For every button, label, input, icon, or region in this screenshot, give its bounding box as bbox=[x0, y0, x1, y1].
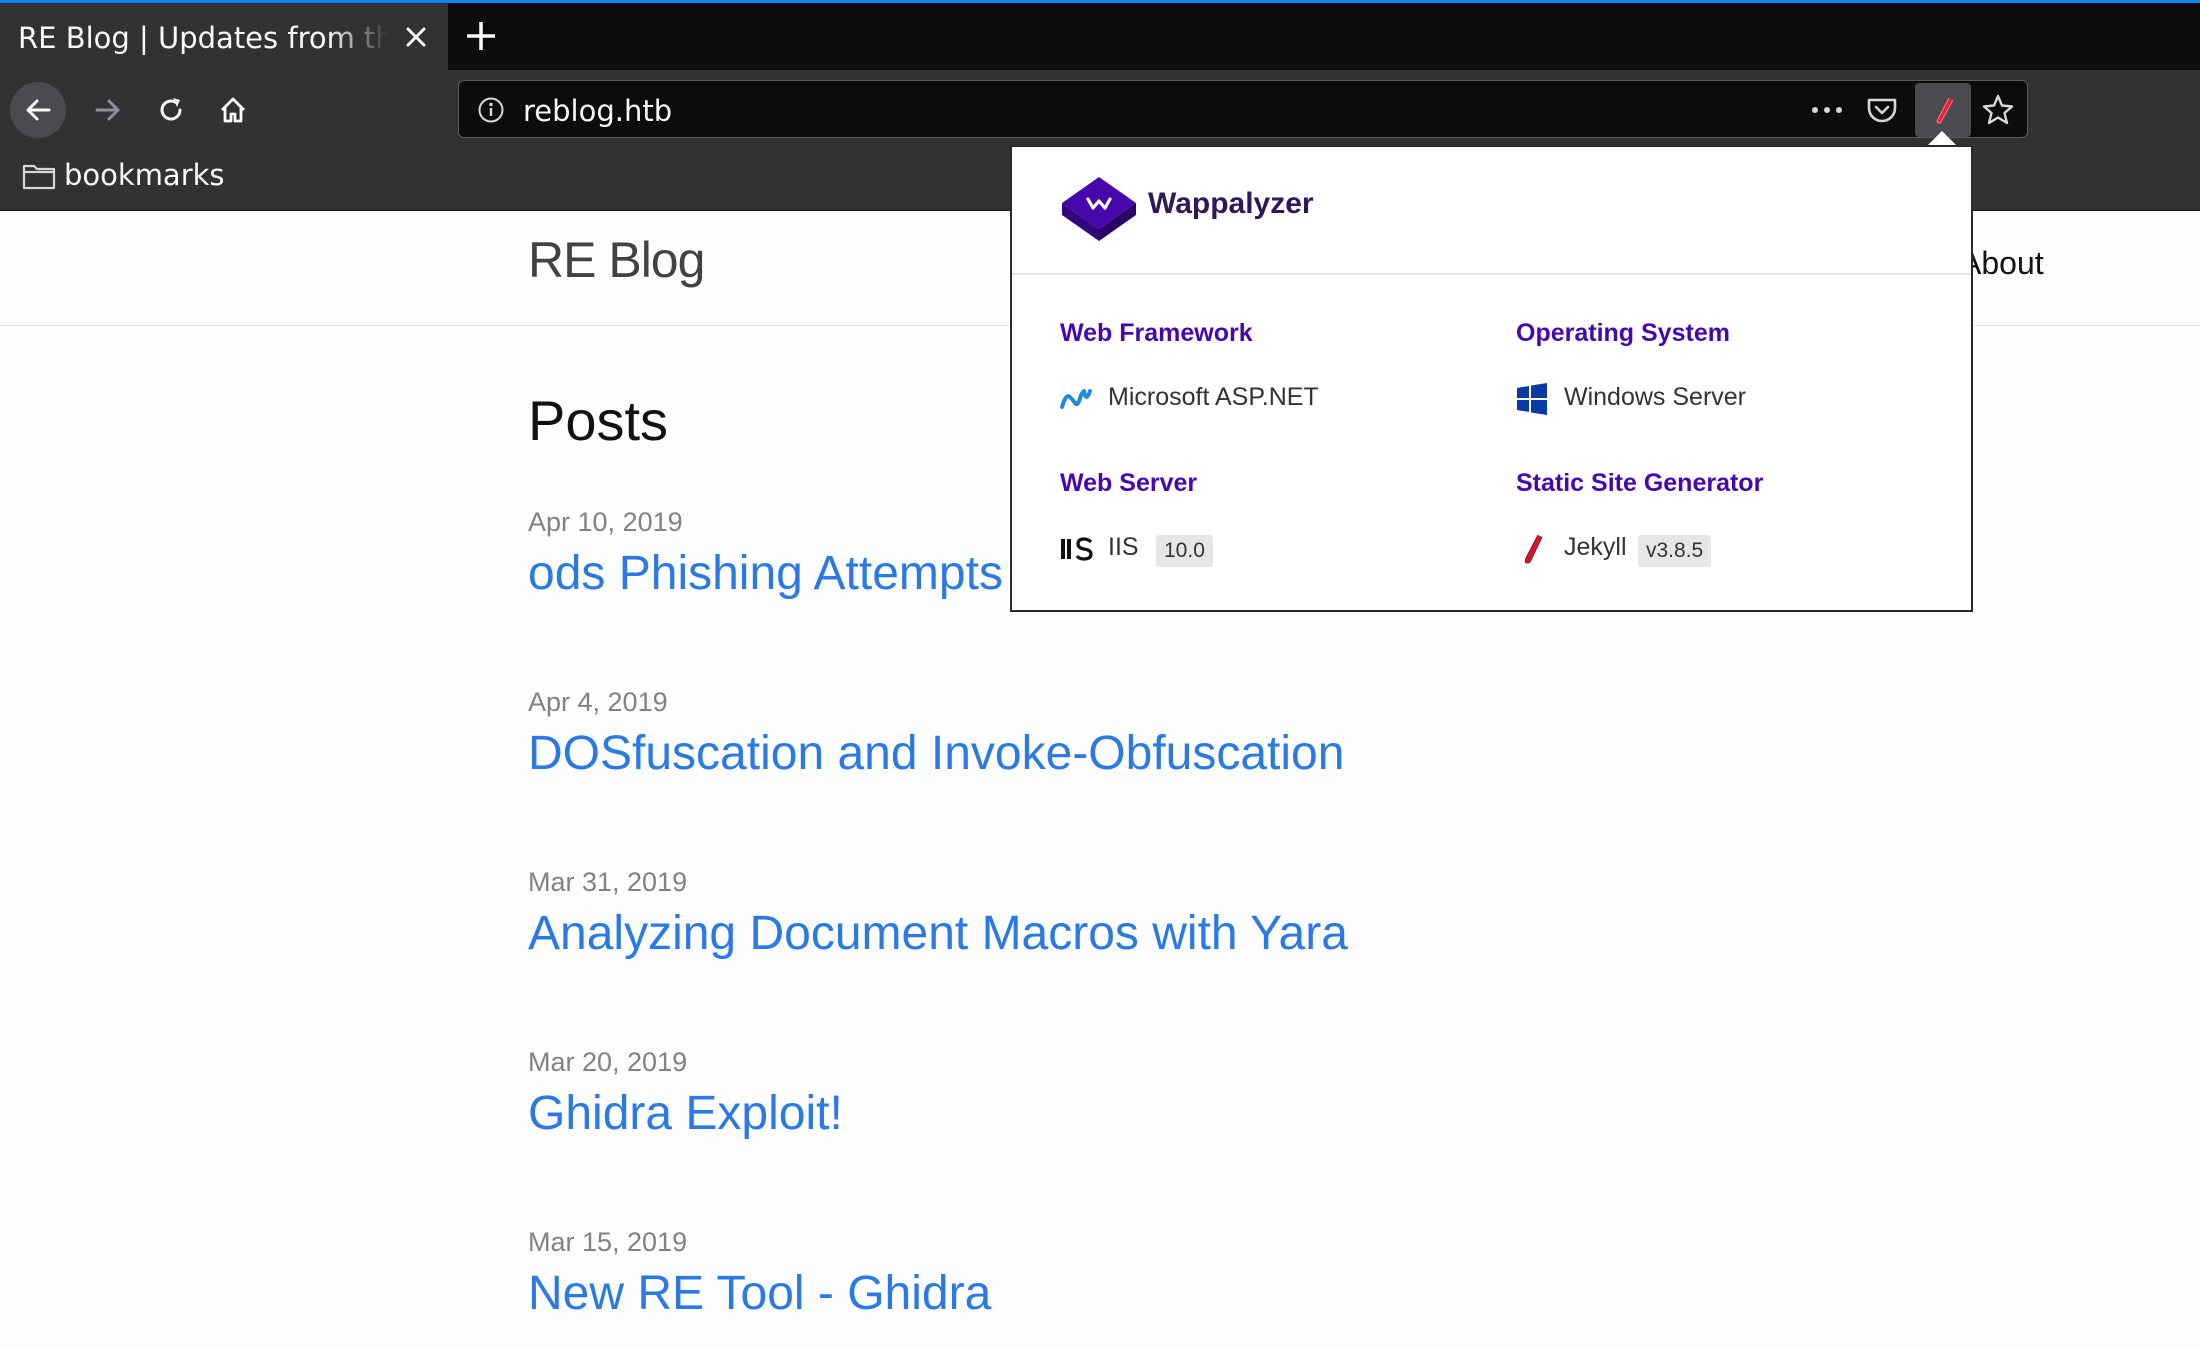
post-list-item: Apr 10, 2019 ods Phishing Attempts bbox=[528, 500, 1003, 604]
home-button[interactable] bbox=[205, 82, 261, 138]
app-entry[interactable]: Jekyll v3.8.5 bbox=[1516, 529, 1763, 569]
pocket-icon[interactable] bbox=[1865, 93, 1899, 127]
url-bar[interactable]: reblog.htb bbox=[458, 80, 2028, 138]
forward-button[interactable] bbox=[80, 82, 136, 138]
category-name[interactable]: Web Server bbox=[1060, 469, 1197, 509]
arrow-right-icon bbox=[95, 99, 120, 121]
info-icon[interactable] bbox=[477, 96, 505, 124]
wappalyzer-popup: Wappalyzer Web Framework Microsoft ASP.N… bbox=[1010, 145, 1973, 612]
post-link[interactable]: Analyzing Document Macros with Yara bbox=[528, 904, 1348, 964]
post-link[interactable]: ods Phishing Attempts bbox=[528, 544, 1003, 604]
post-date: Apr 4, 2019 bbox=[528, 687, 668, 717]
post-list-item: Mar 20, 2019 Ghidra Exploit! bbox=[528, 1040, 843, 1144]
wappalyzer-logo-icon bbox=[1060, 175, 1138, 247]
app-version-badge: 10.0 bbox=[1156, 535, 1213, 567]
app-entry[interactable]: IIS 10.0 bbox=[1060, 529, 1213, 569]
reload-button[interactable] bbox=[143, 82, 199, 138]
posts-heading: Posts bbox=[528, 389, 669, 452]
post-link[interactable]: New RE Tool - Ghidra bbox=[528, 1264, 991, 1324]
category-web-server: Web Server IIS 10.0 bbox=[1060, 469, 1213, 569]
aspnet-icon bbox=[1060, 383, 1092, 415]
post-date: Mar 15, 2019 bbox=[528, 1227, 688, 1257]
iis-icon bbox=[1060, 533, 1093, 565]
home-icon bbox=[221, 97, 245, 123]
app-version-badge: v3.8.5 bbox=[1638, 535, 1712, 567]
jekyll-test-tube-icon bbox=[1936, 97, 1954, 124]
category-web-framework: Web Framework Microsoft ASP.NET bbox=[1060, 319, 1319, 419]
arrow-left-icon bbox=[26, 99, 51, 121]
new-tab-icon[interactable] bbox=[461, 16, 501, 56]
category-name[interactable]: Web Framework bbox=[1060, 319, 1253, 359]
folder-icon bbox=[22, 161, 56, 195]
category-name[interactable]: Static Site Generator bbox=[1516, 469, 1763, 509]
app-name: IIS bbox=[1108, 533, 1139, 561]
post-list-item: Mar 15, 2019 New RE Tool - Ghidra bbox=[528, 1220, 991, 1324]
back-button[interactable] bbox=[10, 82, 66, 138]
wappalyzer-title: Wappalyzer bbox=[1148, 187, 1314, 220]
tab-title: RE Blog | Updates from the RE Team bbox=[18, 21, 388, 55]
post-date: Mar 31, 2019 bbox=[528, 867, 688, 897]
category-static-site-generator: Static Site Generator Jekyll v3.8.5 bbox=[1516, 469, 1763, 569]
navigation-toolbar: reblog.htb bbox=[0, 70, 2200, 144]
bookmarks-folder[interactable]: bookmarks bbox=[64, 158, 225, 192]
app-name: Jekyll bbox=[1564, 533, 1627, 561]
site-title[interactable]: RE Blog bbox=[528, 231, 705, 289]
wappalyzer-extension-button[interactable] bbox=[1915, 83, 1971, 137]
bookmark-star-icon[interactable] bbox=[1981, 93, 2015, 127]
url-text[interactable]: reblog.htb bbox=[523, 94, 672, 128]
tab-bar: RE Blog | Updates from the RE Team bbox=[0, 0, 2200, 70]
app-name: Windows Server bbox=[1564, 383, 1746, 411]
post-list-item: Apr 4, 2019 DOSfuscation and Invoke-Obfu… bbox=[528, 680, 1344, 784]
post-date: Mar 20, 2019 bbox=[528, 1047, 688, 1077]
post-link[interactable]: DOSfuscation and Invoke-Obfuscation bbox=[528, 724, 1344, 784]
post-date: Apr 10, 2019 bbox=[528, 507, 683, 537]
wappalyzer-header: Wappalyzer bbox=[1012, 147, 1971, 275]
post-list-item: Mar 31, 2019 Analyzing Document Macros w… bbox=[528, 860, 1348, 964]
category-operating-system: Operating System Windows Server bbox=[1516, 319, 1746, 419]
jekyll-icon bbox=[1516, 533, 1548, 565]
page-actions-more-icon[interactable] bbox=[1809, 96, 1845, 124]
app-entry[interactable]: Microsoft ASP.NET bbox=[1060, 379, 1319, 419]
app-name: Microsoft ASP.NET bbox=[1108, 383, 1319, 411]
browser-tab[interactable]: RE Blog | Updates from the RE Team bbox=[0, 3, 448, 70]
category-name[interactable]: Operating System bbox=[1516, 319, 1730, 359]
close-tab-icon[interactable] bbox=[398, 19, 434, 55]
windows-icon bbox=[1516, 383, 1548, 415]
app-entry[interactable]: Windows Server bbox=[1516, 379, 1746, 419]
post-link[interactable]: Ghidra Exploit! bbox=[528, 1084, 843, 1144]
reload-icon bbox=[160, 98, 182, 121]
